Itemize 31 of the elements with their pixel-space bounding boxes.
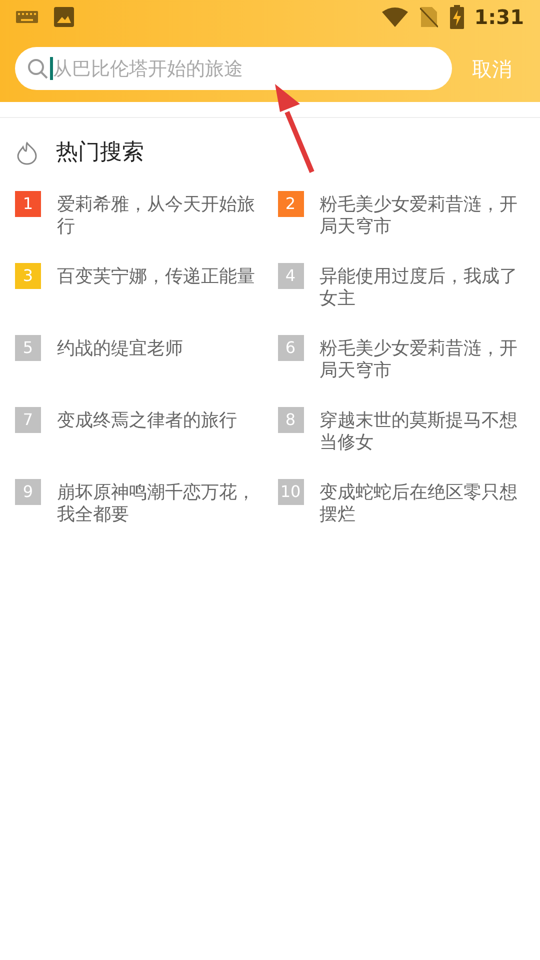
hot-search-item[interactable]: 变成蛇蛇后在绝区零只想摆烂 xyxy=(320,482,524,526)
hot-search-item[interactable]: 百变芙宁娜，传递正能量 xyxy=(57,266,261,288)
rank-badge: 7 xyxy=(15,407,41,433)
rank-badge: 4 xyxy=(278,263,304,289)
hot-search-item[interactable]: 约战的缇宜老师 xyxy=(57,338,261,360)
wifi-icon xyxy=(382,7,408,27)
rank-badge: 3 xyxy=(15,263,41,289)
hot-search-item[interactable]: 粉毛美少女爱莉昔涟，开局天穹市 xyxy=(320,338,524,382)
no-sim-icon xyxy=(420,6,438,28)
section-title: 热门搜索 xyxy=(56,139,144,167)
search-field[interactable]: 从巴比伦塔开始的旅途 xyxy=(15,47,452,90)
hot-search-item[interactable]: 异能使用过度后，我成了女主 xyxy=(320,266,524,310)
rank-badge: 5 xyxy=(15,335,41,361)
flame-icon xyxy=(16,140,38,164)
rank-badge: 6 xyxy=(278,335,304,361)
text-cursor xyxy=(50,57,53,80)
rank-badge: 8 xyxy=(278,407,304,433)
hot-search-item[interactable]: 变成终焉之律者的旅行 xyxy=(57,410,261,432)
rank-badge: 2 xyxy=(278,191,304,217)
hot-search-item[interactable]: 粉毛美少女爱莉昔涟，开局天穹市 xyxy=(320,194,524,238)
status-time: 1:31 xyxy=(474,4,524,31)
keyboard-icon xyxy=(16,11,38,23)
rank-badge: 1 xyxy=(15,191,41,217)
rank-badge: 9 xyxy=(15,479,41,505)
hot-search-item[interactable]: 崩坏原神鸣潮千恋万花，我全都要 xyxy=(57,482,261,526)
search-icon xyxy=(27,58,49,80)
hot-search-item[interactable]: 爱莉希雅，从今天开始旅行 xyxy=(57,194,261,238)
image-icon xyxy=(54,7,74,27)
battery-icon xyxy=(450,5,464,29)
hot-search-item[interactable]: 穿越末世的莫斯提马不想当修女 xyxy=(320,410,524,454)
rank-badge: 10 xyxy=(278,479,304,505)
